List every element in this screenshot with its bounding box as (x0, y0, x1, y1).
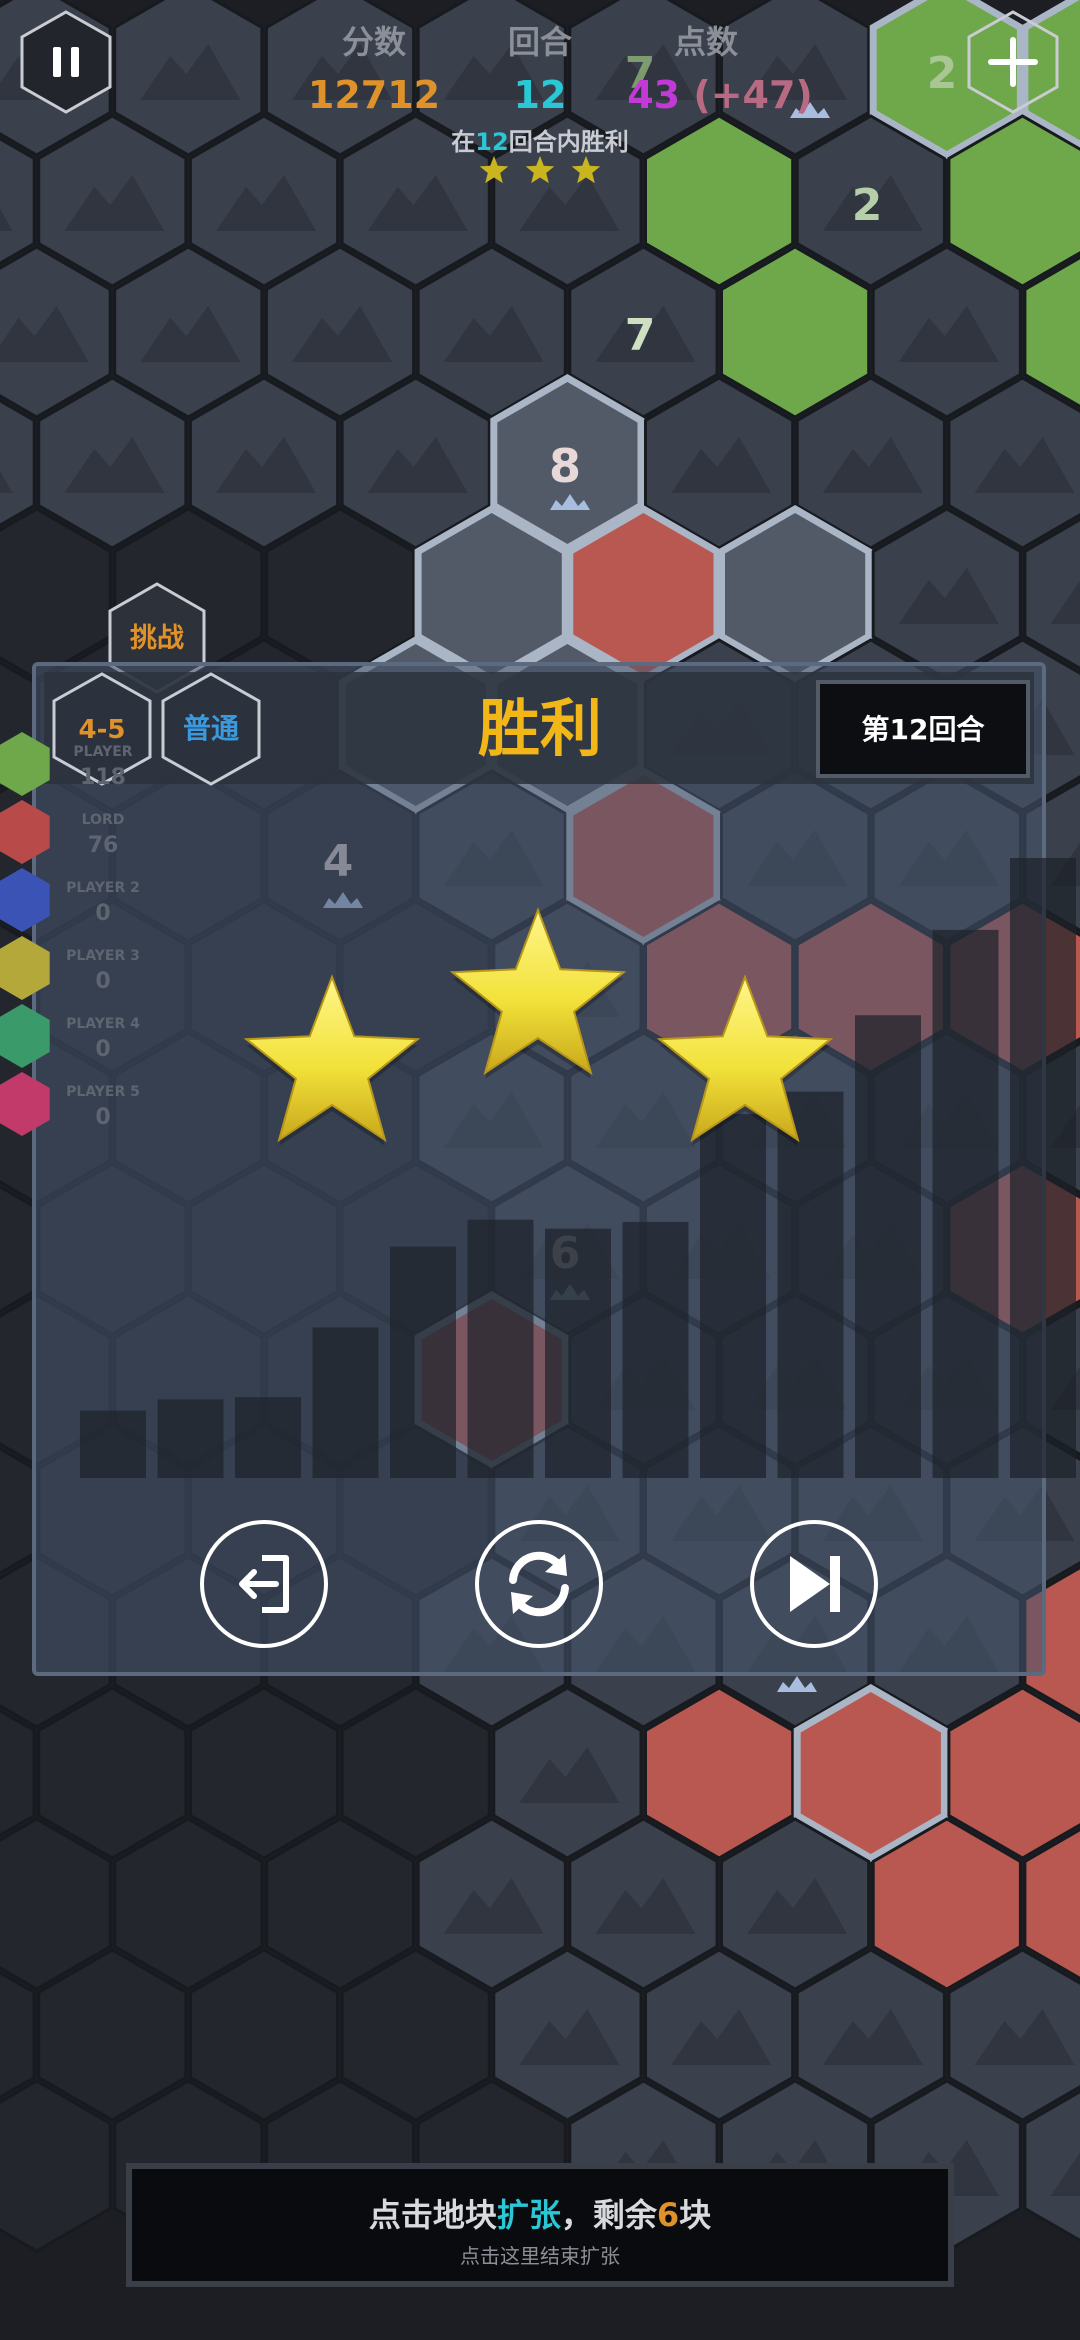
chart-bar (1010, 858, 1076, 1478)
points-label: 点数 (674, 23, 739, 61)
victory-title: 胜利 (478, 692, 602, 765)
chart-bar (467, 1219, 534, 1478)
chart-bar (157, 1399, 224, 1478)
tile-number: 2 (927, 48, 958, 99)
goal-turns: 12 (475, 128, 508, 156)
hint-part-d: 6 (657, 2196, 679, 2234)
chart-bar (312, 1327, 379, 1478)
hint-part-b: 扩张 (497, 2196, 561, 2234)
exit-icon (239, 1555, 289, 1613)
points-value: 43 (+47) (627, 73, 813, 117)
challenge-label: 挑战 (130, 623, 184, 654)
goal-prefix: 在 (451, 128, 475, 156)
difficulty-label: 普通 (183, 712, 239, 745)
tile-number: 2 (852, 180, 883, 231)
hint-part-c: ，剩余 (561, 2196, 658, 2234)
chart-bar (700, 1114, 766, 1478)
restart-icon (509, 1551, 569, 1617)
restart-button[interactable] (475, 1520, 603, 1648)
points-delta: (+47) (693, 73, 812, 117)
tile-number: 8 (549, 439, 581, 493)
score-label: 分数 (342, 23, 407, 61)
goal-suffix: 回合内胜利 (509, 128, 629, 156)
chart-bar (80, 1410, 146, 1478)
player-name: PLAYER 3 (66, 948, 140, 964)
player-name: PLAYER 2 (66, 880, 140, 896)
victory-goal: 在12回合内胜利 (451, 128, 628, 156)
game-board[interactable]: 7 2 2 7 8 4 6 分数 回合 点数 12712 12 43 (+47)… (0, 0, 1080, 2340)
tile-number: 7 (625, 310, 656, 361)
chart-bar (235, 1397, 301, 1478)
player-score: 0 (95, 1105, 110, 1130)
player-score: 0 (95, 901, 110, 926)
player-score: 0 (95, 969, 110, 994)
end-expand-hint: 点击这里结束扩张 (460, 2244, 620, 2268)
expand-hint-text: 点击地块扩张，剩余6块 (369, 2196, 711, 2234)
player-name: PLAYER 5 (66, 1084, 140, 1100)
chart-bar (622, 1221, 689, 1478)
next-icon (790, 1556, 840, 1612)
points-number: 43 (627, 73, 680, 117)
score-value: 12712 (308, 73, 440, 117)
chart-bar (932, 929, 999, 1478)
level-label: 4-5 (79, 715, 126, 745)
chart-bar (545, 1228, 611, 1478)
next-level-button[interactable] (750, 1520, 878, 1648)
hint-part-a: 点击地块 (369, 2196, 497, 2234)
turn-badge-label: 第12回合 (862, 713, 986, 746)
exit-button[interactable] (200, 1520, 328, 1648)
player-score: 0 (95, 1037, 110, 1062)
player-score: 76 (88, 833, 119, 858)
turn-label: 回合 (508, 23, 572, 61)
player-name: PLAYER (73, 744, 132, 760)
player-name: LORD (82, 812, 125, 828)
player-score: 118 (80, 765, 126, 790)
chart-bar (390, 1246, 456, 1478)
player-name: PLAYER 4 (66, 1016, 140, 1032)
chart-bar (855, 1015, 921, 1478)
turn-value: 12 (514, 73, 567, 117)
hint-part-e: 块 (679, 2196, 711, 2234)
chart-bar (777, 1091, 844, 1478)
